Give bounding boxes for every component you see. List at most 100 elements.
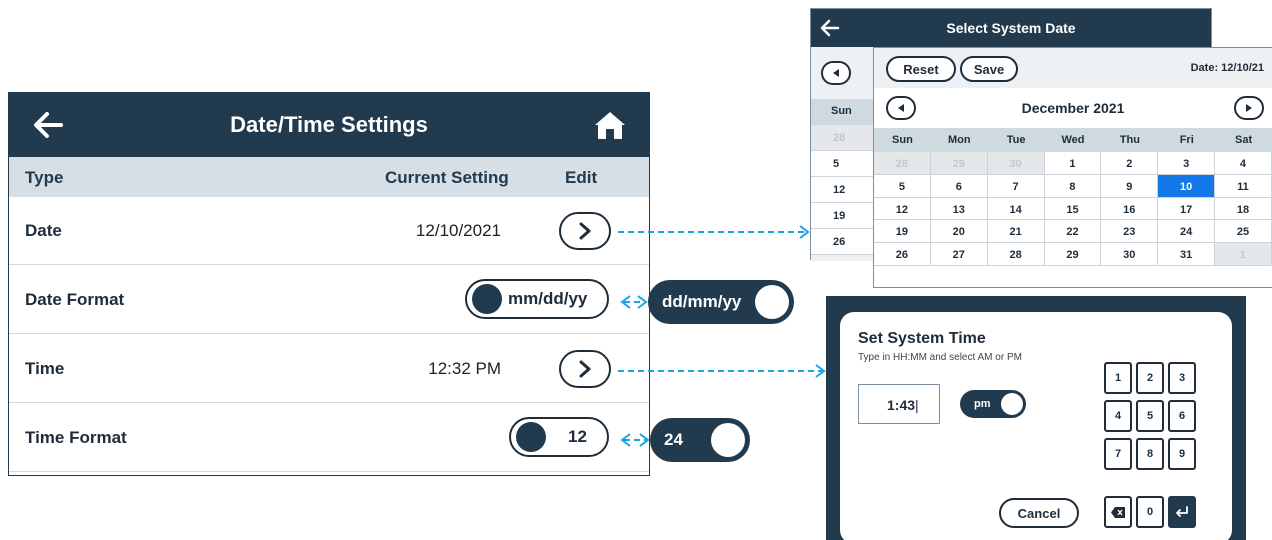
day-cell[interactable]: 9 [1101, 174, 1159, 198]
keypad-4[interactable]: 4 [1104, 400, 1132, 432]
day-cell[interactable]: 26 [874, 243, 931, 266]
am-pm-toggle[interactable]: pm [960, 390, 1026, 418]
day-cell[interactable]: 28 [987, 243, 1045, 266]
prev-month-button[interactable] [821, 61, 851, 85]
keypad-8[interactable]: 8 [1136, 438, 1164, 470]
day-cell[interactable]: 18 [1215, 197, 1272, 221]
day-cell[interactable]: 12 [874, 197, 931, 221]
backspace-icon [1111, 506, 1125, 518]
day-cell[interactable]: 13 [930, 197, 988, 221]
day-cell[interactable]: 25 [1215, 220, 1272, 244]
date-picker-toolbar: Reset Save Date: 12/10/21 [874, 48, 1272, 88]
day-cell[interactable]: 4 [1215, 152, 1272, 175]
day-cell[interactable]: 16 [1101, 197, 1159, 221]
day-cell[interactable]: 30 [987, 152, 1045, 175]
weekday-label: Sun [892, 134, 913, 146]
toggle-knob [472, 284, 502, 314]
keypad-5[interactable]: 5 [1136, 400, 1164, 432]
time-input[interactable]: 1:43| [858, 384, 940, 424]
day-cell[interactable]: 8 [1044, 174, 1102, 198]
time-format-toggle[interactable]: 12 [509, 417, 609, 457]
chevron-right-icon [579, 222, 591, 240]
triangle-left-icon [833, 69, 839, 77]
day-cell[interactable]: 14 [987, 197, 1045, 221]
keypad-0[interactable]: 0 [1136, 496, 1164, 528]
calendar-grid: Sun Mon Tue Wed Thu Fri Sat 28 29 30 1 2 3 4 5 6 7 8 9 10 1… [874, 128, 1272, 266]
date-format-value: mm/dd/yy [508, 289, 588, 308]
home-icon[interactable] [593, 109, 627, 141]
day-cell[interactable]: 15 [1044, 197, 1102, 221]
row-time-format: Time Format 12 [9, 404, 649, 472]
day-cell[interactable]: 5 [874, 174, 931, 198]
date-picker-back-strip: Sun 28 5 12 19 26 [811, 47, 875, 261]
month-title: December 2021 [1021, 100, 1125, 116]
day-cell[interactable]: 24 [1158, 220, 1216, 244]
day-cell[interactable]: 1 [1044, 152, 1102, 175]
day-cell[interactable]: 28 [811, 125, 875, 151]
weekday-label: Sat [1235, 134, 1253, 146]
day-cell[interactable]: 27 [930, 243, 988, 266]
column-edit: Edit [565, 168, 598, 187]
date-picker-header: Select System Date [811, 9, 1211, 47]
day-cell[interactable]: 31 [1158, 243, 1216, 266]
day-cell[interactable]: 26 [811, 229, 875, 255]
day-cell[interactable]: 29 [930, 152, 988, 175]
date-time-settings-panel: Date/Time Settings Type Current Setting … [8, 92, 650, 476]
triangle-right-icon [1246, 104, 1252, 112]
day-cell[interactable]: 19 [811, 203, 875, 229]
weekday-label: Wed [1061, 134, 1085, 146]
keypad-3[interactable]: 3 [1168, 362, 1196, 394]
day-cell[interactable]: 23 [1101, 220, 1159, 244]
edit-date-button[interactable] [559, 212, 611, 250]
day-cell[interactable]: 30 [1101, 243, 1159, 266]
day-cell[interactable]: 19 [874, 220, 931, 244]
keypad-2[interactable]: 2 [1136, 362, 1164, 394]
enter-icon [1176, 506, 1188, 517]
day-cell[interactable]: 5 [811, 151, 875, 177]
edit-time-button[interactable] [559, 350, 611, 388]
backspace-key[interactable] [1104, 496, 1132, 528]
date-value: 12/10/2021 [415, 221, 501, 240]
enter-key[interactable] [1168, 496, 1196, 528]
next-month-button[interactable] [1234, 96, 1264, 120]
set-time-dialog-frame: Set System Time Type in HH:MM and select… [826, 296, 1246, 540]
keypad-6[interactable]: 6 [1168, 400, 1196, 432]
date-format-alt-toggle[interactable]: dd/mm/yy [648, 280, 794, 324]
day-cell[interactable]: 20 [930, 220, 988, 244]
day-cell-selected[interactable]: 10 [1158, 174, 1216, 198]
selected-date-label: Date: 12/10/21 [1190, 62, 1264, 74]
dialog-subtitle: Type in HH:MM and select AM or PM [858, 352, 1022, 363]
day-cell[interactable]: 22 [1044, 220, 1102, 244]
date-format-toggle[interactable]: mm/dd/yy [465, 279, 609, 319]
back-arrow-icon[interactable] [31, 109, 65, 141]
keypad-7[interactable]: 7 [1104, 438, 1132, 470]
weekday-label: Fri [1179, 134, 1194, 146]
day-cell[interactable]: 1 [1215, 243, 1272, 266]
date-format-label: Date Format [25, 290, 125, 309]
day-cell[interactable]: 7 [987, 174, 1045, 198]
toggle-knob [516, 422, 546, 452]
day-cell[interactable]: 12 [811, 177, 875, 203]
day-cell[interactable]: 2 [1101, 152, 1159, 175]
day-cell[interactable]: 17 [1158, 197, 1216, 221]
day-cell[interactable]: 29 [1044, 243, 1102, 266]
header-bar: Date/Time Settings [9, 93, 649, 157]
day-cell[interactable]: 21 [987, 220, 1045, 244]
time-label: Time [25, 359, 65, 378]
day-cells: 28 29 30 1 2 3 4 5 6 7 8 9 10 11 12 13 14 15 16 17 18 19 20 21 2… [874, 152, 1272, 266]
reset-button[interactable]: Reset [886, 56, 956, 82]
time-format-alt-toggle[interactable]: 24 [650, 418, 750, 462]
keypad-1[interactable]: 1 [1104, 362, 1132, 394]
date-picker: Reset Save Date: 12/10/21 December 2021 … [873, 47, 1272, 288]
date-picker-title: Select System Date [946, 20, 1076, 36]
keypad-9[interactable]: 9 [1168, 438, 1196, 470]
text-cursor: | [915, 397, 919, 413]
save-button[interactable]: Save [960, 56, 1018, 82]
day-cell[interactable]: 11 [1215, 174, 1272, 198]
day-cell[interactable]: 6 [930, 174, 988, 198]
day-cell[interactable]: 28 [874, 152, 931, 175]
column-header-row: Type Current Setting Edit [9, 157, 649, 197]
column-current-setting: Current Setting [385, 168, 509, 187]
cancel-button[interactable]: Cancel [999, 498, 1079, 528]
day-cell[interactable]: 3 [1158, 152, 1216, 175]
